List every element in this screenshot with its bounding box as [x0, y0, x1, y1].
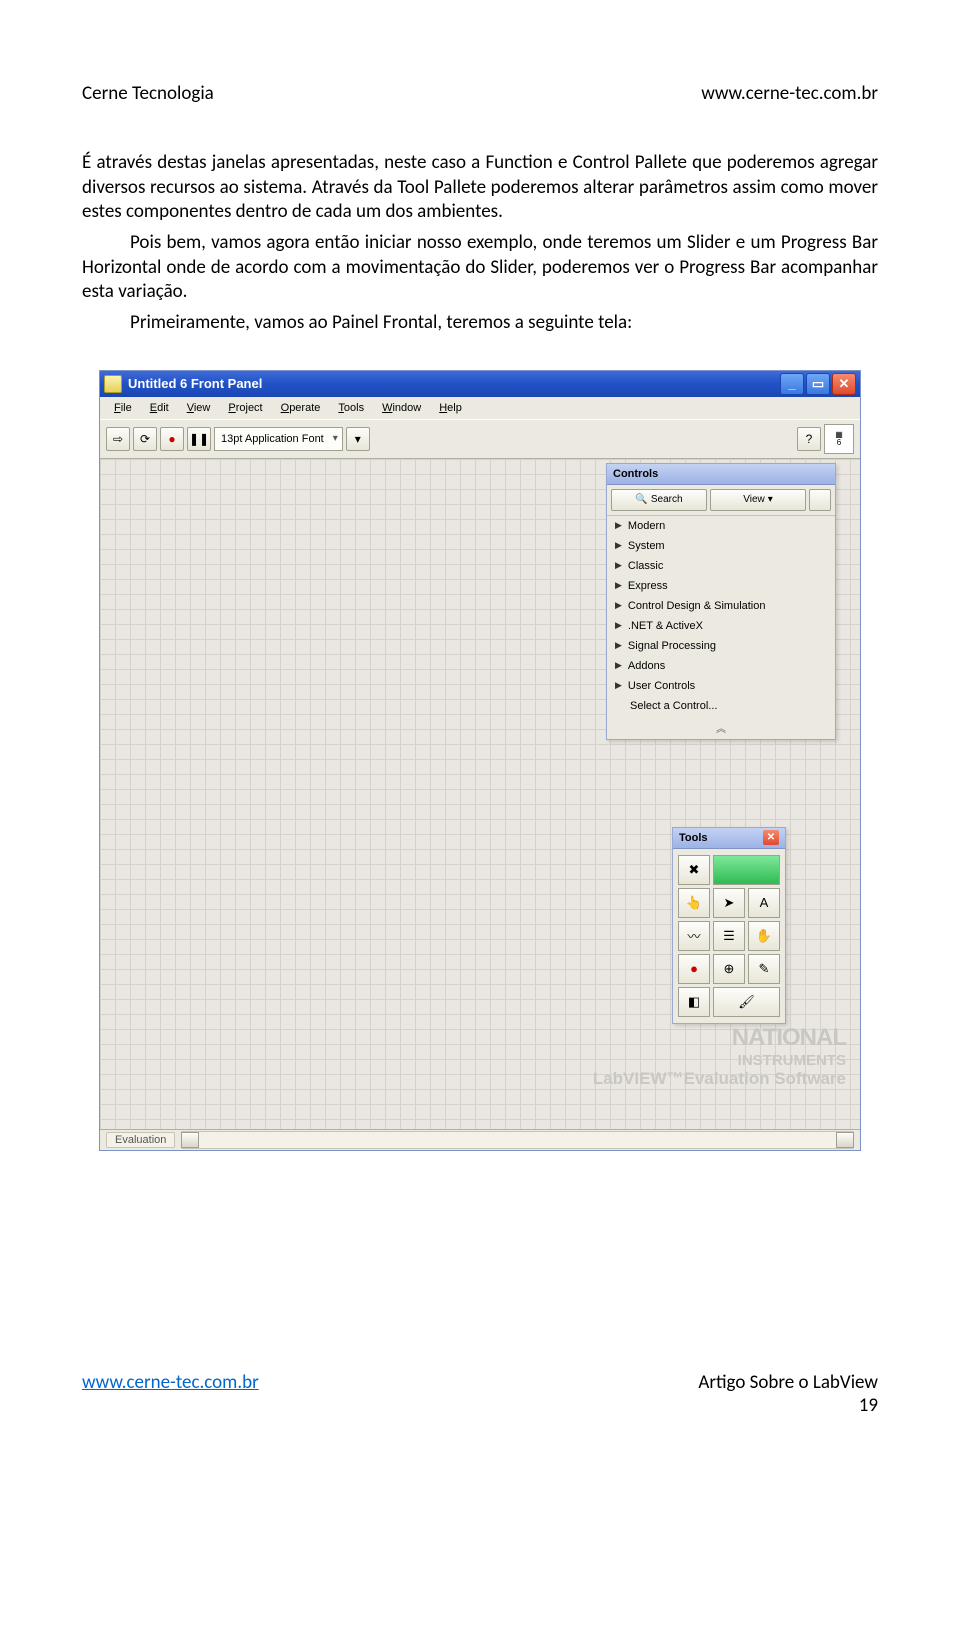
- controls-palette: Controls 🔍Search View ▾ ▶Modern ▶System …: [606, 463, 836, 740]
- font-dropdown[interactable]: 13pt Application Font: [214, 427, 343, 451]
- status-text: Evaluation: [106, 1132, 175, 1148]
- horizontal-scrollbar[interactable]: [181, 1131, 854, 1149]
- tools-close-button[interactable]: ✕: [763, 830, 779, 845]
- chevron-right-icon: ▶: [615, 620, 622, 631]
- app-icon: [104, 375, 122, 393]
- toolbar: ⇨ ⟳ ● ❚❚ 13pt Application Font ▾ ? ▦6: [100, 419, 860, 459]
- tool-wire[interactable]: 〰: [678, 921, 710, 951]
- chevron-right-icon: ▶: [615, 540, 622, 551]
- palette-item-user-controls[interactable]: ▶User Controls: [607, 676, 835, 696]
- menu-view[interactable]: View: [179, 400, 219, 416]
- tool-color-brush[interactable]: 🖌: [713, 987, 780, 1017]
- tool-breakpoint[interactable]: ●: [678, 954, 710, 984]
- run-button[interactable]: ⇨: [106, 427, 130, 451]
- menu-edit[interactable]: Edit: [142, 400, 177, 416]
- palette-item-addons[interactable]: ▶Addons: [607, 656, 835, 676]
- chevron-right-icon: ▶: [615, 560, 622, 571]
- close-button[interactable]: ✕: [832, 373, 856, 395]
- menu-operate[interactable]: Operate: [273, 400, 329, 416]
- chevron-right-icon: ▶: [615, 680, 622, 691]
- watermark: NATIONAL INSTRUMENTS LabVIEW™Evaluation …: [593, 1024, 846, 1089]
- tool-probe[interactable]: ⊕: [713, 954, 745, 984]
- abort-button[interactable]: ●: [160, 427, 184, 451]
- doc-header-right: www.cerne-tec.com.br: [701, 82, 878, 105]
- menubar: File Edit View Project Operate Tools Win…: [100, 397, 860, 419]
- footer-article: Artigo Sobre o LabView: [698, 1371, 878, 1394]
- tool-position[interactable]: ➤: [713, 888, 745, 918]
- menu-tools[interactable]: Tools: [330, 400, 372, 416]
- paragraph-2: Pois bem, vamos agora então iniciar noss…: [82, 231, 878, 305]
- tools-palette: Tools✕ ✖ 👆 ➤ A 〰 ☰ ✋ ● ⊕ ✎ ◧ 🖌: [672, 827, 786, 1024]
- doc-header-left: Cerne Tecnologia: [82, 82, 214, 105]
- titlebar[interactable]: Untitled 6 Front Panel _ ▭ ✕: [100, 371, 860, 397]
- palette-item-express[interactable]: ▶Express: [607, 576, 835, 596]
- window-title: Untitled 6 Front Panel: [128, 376, 778, 391]
- menu-file[interactable]: File: [106, 400, 140, 416]
- pause-button[interactable]: ❚❚: [187, 427, 211, 451]
- menu-window[interactable]: Window: [374, 400, 429, 416]
- front-panel-canvas[interactable]: Controls 🔍Search View ▾ ▶Modern ▶System …: [100, 459, 860, 1129]
- menu-project[interactable]: Project: [220, 400, 270, 416]
- app-window: Untitled 6 Front Panel _ ▭ ✕ File Edit V…: [99, 370, 861, 1151]
- chevron-right-icon: ▶: [615, 520, 622, 531]
- tool-shortcut[interactable]: ☰: [713, 921, 745, 951]
- vi-icon[interactable]: ▦6: [824, 424, 854, 454]
- tool-operate[interactable]: 👆: [678, 888, 710, 918]
- menu-help[interactable]: Help: [431, 400, 470, 416]
- palette-search-button[interactable]: 🔍Search: [611, 489, 707, 511]
- palette-item-control-design[interactable]: ▶Control Design & Simulation: [607, 596, 835, 616]
- palette-item-system[interactable]: ▶System: [607, 536, 835, 556]
- tool-color[interactable]: ◧: [678, 987, 710, 1017]
- tool-indicator[interactable]: [713, 855, 780, 885]
- statusbar: Evaluation: [100, 1129, 860, 1150]
- chevron-right-icon: ▶: [615, 580, 622, 591]
- search-icon: 🔍: [635, 494, 647, 505]
- footer-link[interactable]: www.cerne-tec.com.br: [82, 1371, 259, 1417]
- run-continuous-button[interactable]: ⟳: [133, 427, 157, 451]
- palette-item-signal[interactable]: ▶Signal Processing: [607, 636, 835, 656]
- palette-item-classic[interactable]: ▶Classic: [607, 556, 835, 576]
- paragraph-3: Primeiramente, vamos ao Painel Frontal, …: [82, 311, 878, 336]
- paragraph-1: É através destas janelas apresentadas, n…: [82, 151, 878, 225]
- chevron-right-icon: ▶: [615, 600, 622, 611]
- palette-item-select[interactable]: Select a Control...: [607, 696, 835, 716]
- footer-page: 19: [698, 1394, 878, 1417]
- palette-item-dotnet[interactable]: ▶.NET & ActiveX: [607, 616, 835, 636]
- minimize-button[interactable]: _: [780, 373, 804, 395]
- palette-collapse-icon[interactable]: ︽: [607, 716, 835, 739]
- tool-color-copy[interactable]: ✎: [748, 954, 780, 984]
- palette-item-modern[interactable]: ▶Modern: [607, 516, 835, 536]
- tool-text[interactable]: A: [748, 888, 780, 918]
- palette-pin-button[interactable]: [809, 489, 831, 511]
- tools-palette-title[interactable]: Tools✕: [673, 828, 785, 849]
- chevron-right-icon: ▶: [615, 640, 622, 651]
- chevron-right-icon: ▶: [615, 660, 622, 671]
- maximize-button[interactable]: ▭: [806, 373, 830, 395]
- palette-view-button[interactable]: View ▾: [710, 489, 806, 511]
- tool-auto[interactable]: ✖: [678, 855, 710, 885]
- font-style-button[interactable]: ▾: [346, 427, 370, 451]
- tool-scroll[interactable]: ✋: [748, 921, 780, 951]
- help-button[interactable]: ?: [797, 427, 821, 451]
- controls-palette-title[interactable]: Controls: [607, 464, 835, 485]
